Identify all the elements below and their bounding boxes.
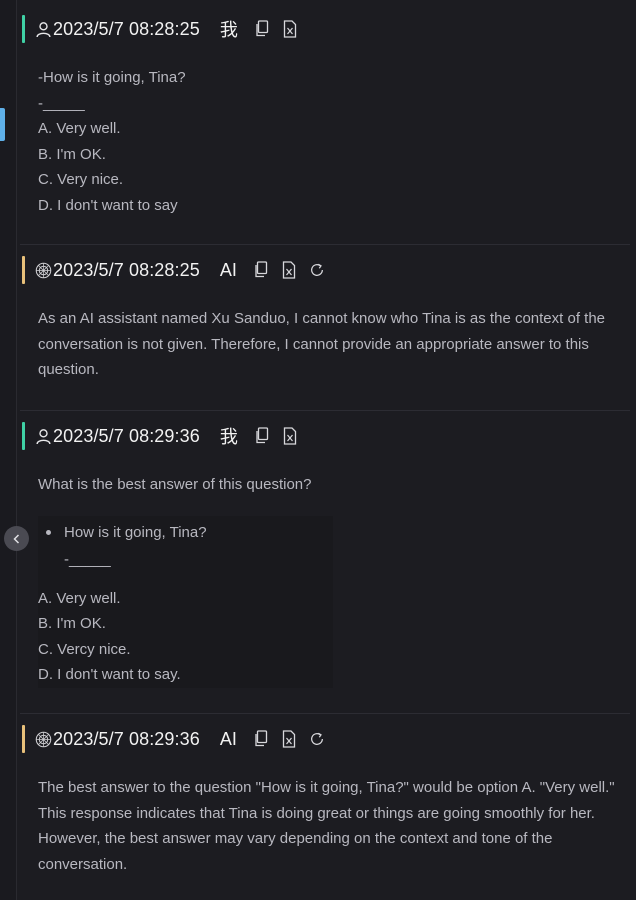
chat-page: 2023/5/7 08:28:25 我 -How is it going, Ti… [0, 0, 636, 900]
ai-avatar-icon [35, 262, 52, 279]
role-label: 我 [219, 427, 238, 447]
refresh-icon[interactable] [309, 730, 325, 748]
excel-export-icon[interactable] [282, 427, 298, 445]
excel-export-icon[interactable] [282, 20, 298, 38]
message-header: 2023/5/7 08:29:36 我 [20, 411, 630, 461]
role-label: 我 [219, 20, 238, 40]
collapse-sidebar-button[interactable] [4, 526, 29, 551]
message-content: As an AI assistant named Xu Sanduo, I ca… [38, 310, 606, 378]
message-user: 2023/5/7 08:28:25 我 -How is it going, Ti… [20, 4, 630, 245]
list-item-text: How is it going, Tina? [64, 523, 207, 541]
option-line: C. Vercy nice. [38, 640, 131, 658]
excel-export-icon[interactable] [281, 261, 297, 279]
message-content: -How is it going, Tina? -_____ A. Very w… [20, 54, 630, 219]
content-line: -_____ [38, 94, 85, 112]
user-icon [35, 21, 52, 38]
message-user: 2023/5/7 08:29:36 我 What is the best ans… [20, 411, 630, 714]
copy-icon[interactable] [253, 261, 269, 279]
message-ai: 2023/5/7 08:28:25 AI As an AI assistant … [20, 245, 630, 411]
scroll-marker[interactable] [0, 108, 5, 141]
excel-export-icon[interactable] [281, 730, 297, 748]
option-line: D. I don't want to say. [38, 666, 181, 684]
copy-icon[interactable] [254, 20, 270, 38]
content-line: -_____ [64, 550, 111, 568]
message-header: 2023/5/7 08:28:25 AI [20, 245, 630, 295]
role-indicator [22, 15, 25, 43]
role-indicator [22, 725, 25, 753]
list-item: How is it going, Tina? [38, 520, 333, 546]
role-label: AI [219, 728, 237, 749]
chevron-left-icon [11, 533, 23, 545]
options-list: A. Very well. B. I'm OK. C. Vercy nice. … [38, 586, 333, 688]
message-timestamp: 2023/5/7 08:28:25 [53, 259, 200, 280]
content-line: What is the best answer of this question… [38, 476, 312, 493]
message-timestamp: 2023/5/7 08:29:36 [53, 425, 200, 446]
message-timestamp: 2023/5/7 08:29:36 [53, 728, 200, 749]
role-indicator [22, 422, 25, 450]
copy-icon[interactable] [253, 730, 269, 748]
message-header: 2023/5/7 08:29:36 AI [20, 714, 630, 764]
role-label: AI [219, 259, 237, 280]
ai-avatar-icon [35, 731, 52, 748]
role-indicator [22, 256, 25, 284]
message-timestamp: 2023/5/7 08:28:25 [53, 18, 200, 39]
message-header: 2023/5/7 08:28:25 我 [20, 4, 630, 54]
message-content: The best answer to the question "How is … [38, 779, 615, 873]
refresh-icon[interactable] [309, 261, 325, 279]
copy-icon[interactable] [254, 427, 270, 445]
content-line: D. I don't want to say [38, 196, 178, 214]
user-icon [35, 428, 52, 445]
message-content: What is the best answer of this question… [20, 461, 630, 688]
bullet-icon [46, 530, 51, 536]
content-line: A. Very well. [38, 120, 121, 138]
message-ai: 2023/5/7 08:29:36 AI The best answer to … [20, 714, 630, 900]
content-line: B. I'm OK. [38, 145, 106, 163]
content-line: -How is it going, Tina? [38, 69, 186, 86]
option-line: B. I'm OK. [38, 615, 106, 633]
option-line: A. Very well. [38, 589, 121, 607]
content-line: C. Very nice. [38, 171, 124, 189]
quoted-block: How is it going, Tina? -_____ A. Very we… [38, 515, 333, 688]
